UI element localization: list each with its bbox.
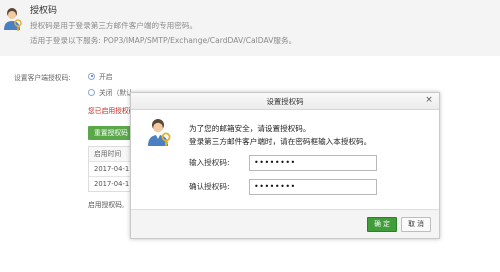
confirm-button[interactable]: 确 定 <box>367 217 397 232</box>
cancel-button[interactable]: 取 消 <box>401 217 431 232</box>
dialog-title: 设置授权码 <box>266 97 304 106</box>
close-icon[interactable]: × <box>424 95 434 105</box>
confirm-auth-code-input[interactable]: •••••••• <box>249 179 377 195</box>
dialog-message-line1: 为了您的邮箱安全，请设置授权码。 <box>189 124 311 133</box>
user-key-icon <box>148 119 171 146</box>
set-auth-code-dialog: 设置授权码 × 为了您的邮箱安全，请设置授权码。 登录第三方邮件客户端时，请在密… <box>130 92 440 239</box>
input-auth-code-label: 输入授权码: <box>189 158 230 167</box>
confirm-auth-code-label: 确认授权码: <box>189 182 230 191</box>
dialog-message-line2: 登录第三方邮件客户端时，请在密码框输入本授权码。 <box>189 137 372 146</box>
dialog-footer: 确 定 取 消 <box>131 209 439 238</box>
dialog-titlebar: 设置授权码 × <box>131 93 439 110</box>
auth-code-input[interactable]: •••••••• <box>249 155 377 171</box>
